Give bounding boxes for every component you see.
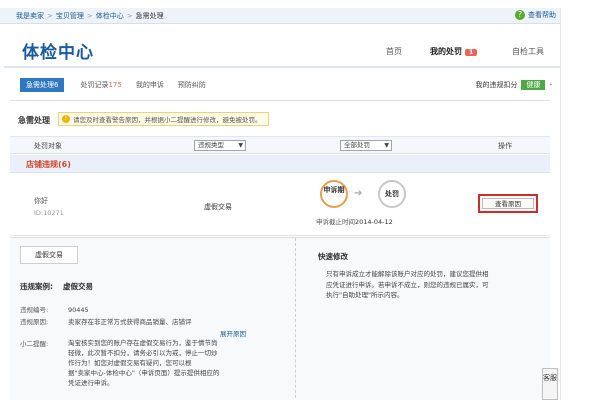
nav-self-check-tool[interactable]: 自检工具 [512, 46, 544, 57]
process-flow: 申诉期 ➔ 处罚 [320, 180, 420, 214]
row-target-id: ID:10271 [34, 209, 64, 217]
appeal-deadline-label: 申诉截止时间 [316, 218, 355, 226]
warning-tip-text: 请您及时查看警告原因，并根据小二提醒进行修改，避免被处罚。 [73, 116, 262, 124]
nav-home[interactable]: 首页 [386, 46, 402, 57]
breadcrumb-separator: > [86, 11, 93, 20]
expand-reason-link[interactable]: 展开原因 [220, 328, 246, 338]
urgent-section-label: 急需处理 [18, 116, 50, 125]
tab-penalty-records-count: 175 [108, 81, 122, 89]
quick-fix-title: 快速修改 [318, 252, 348, 261]
column-header-target: 处罚对象 [34, 142, 62, 150]
penalty-count-badge: 1 [465, 49, 478, 56]
violation-type-select[interactable]: 违规类型 ▼ [194, 140, 246, 151]
violation-number: 违规编号: 90445 [20, 304, 89, 314]
quick-fix-line: 执行"自助处理"所示内容。 [326, 291, 404, 299]
violation-number-value: 90445 [68, 306, 89, 314]
nav-my-penalties-label[interactable]: 我的处罚 [430, 47, 462, 56]
violation-detail-panel: 虚假交易 违规案例: 虚假交易 违规编号: 90445 违规原因: 卖家存在非正常方式… [10, 237, 550, 400]
penalty-filter-select-value: 全部处罚 [344, 141, 370, 149]
quick-fix-line: 只有申诉成立才能解除该账户对应的处罚，建议您提供相 [326, 270, 489, 278]
group-label-shop-violations: 店铺违规(6) [26, 160, 71, 169]
chevron-down-icon: ▼ [238, 142, 243, 149]
nav-my-penalties[interactable]: 我的处罚 1 [430, 46, 478, 57]
appeal-deadline-date: 2014-04-12 [355, 218, 393, 226]
table-header: 处罚对象 违规类型 ▼ 全部处罚 ▼ 操作 [10, 136, 550, 154]
score-dropdown-caret[interactable]: - [549, 81, 552, 89]
flow-step-appeal: 申诉期 [320, 180, 348, 208]
breadcrumb-separator: > [126, 11, 133, 20]
customer-service-tab[interactable]: 客服 [542, 368, 558, 400]
reminder-line: 轻微，此次暂不扣分，请务必引以为戒，停止一切炒 [68, 349, 218, 357]
tab-bar: 急需处理6 处罚记录175 我的申诉 预防纠防 [20, 77, 220, 93]
breadcrumb: 我是卖家 > 宝贝管理 > 体检中心 > 急需处理 ? 查看帮助 [0, 8, 560, 24]
violation-reason: 违规原因: 卖家存在非正常方式获得商品销量、店铺评 [20, 316, 192, 326]
violation-number-label: 违规编号: [20, 306, 49, 314]
breadcrumb-item[interactable]: 体检中心 [96, 11, 124, 21]
reminder-text: 淘宝核实到您的账户存在虚假交易行为，鉴于情节尚 轻微，此次暂不扣分，请务必引以为… [68, 338, 278, 388]
violation-case: 违规案例: 虚假交易 [20, 281, 93, 292]
view-reason-button[interactable]: 查看原因 [482, 198, 534, 209]
quick-fix-panel: 快速修改 只有申诉成立才能解除该账户对应的处罚，建议您提供相 应凭证进行申诉。若… [308, 238, 548, 400]
breadcrumb-item[interactable]: 我是卖家 [16, 11, 44, 21]
tab-prevention[interactable]: 预防纠防 [178, 80, 206, 90]
reminder-label: 小二提醒: [20, 340, 49, 348]
quick-fix-text: 只有申诉成立才能解除该账户对应的处罚，建议您提供相 应凭证进行申诉。若申诉不成立… [326, 269, 536, 301]
row-violation-type: 虚假交易 [204, 203, 232, 211]
violation-reason-text: 卖家存在非正常方式获得商品销量、店铺评 [68, 318, 192, 326]
page-title: 体检中心 [22, 43, 94, 63]
violation-score[interactable]: 我的违规扣分 健康 - [475, 80, 552, 90]
violation-type-select-value: 违规类型 [198, 141, 224, 149]
help-link[interactable]: ? 查看帮助 [515, 10, 556, 20]
column-header-action: 操作 [498, 142, 512, 150]
health-badge: 健康 [521, 80, 546, 90]
violation-tag[interactable]: 虚假交易 [20, 246, 78, 264]
tab-my-appeals[interactable]: 我的申诉 [136, 80, 164, 90]
page: 我是卖家 > 宝贝管理 > 体检中心 > 急需处理 ? 查看帮助 体检中心 首页… [0, 0, 594, 400]
breadcrumb-item[interactable]: 宝贝管理 [56, 11, 84, 21]
penalty-filter-select[interactable]: 全部处罚 ▼ [340, 140, 392, 151]
divider [10, 100, 550, 101]
reminder-line: 据"卖家中心-体检中心"（申诉页面）提示提供相应的 [68, 369, 220, 377]
reminder-line: 作行为！如您对虚假交易有疑问，您可以根 [68, 359, 192, 367]
tab-urgent[interactable]: 急需处理6 [20, 78, 65, 92]
reminder-line: 凭证进行申诉。 [68, 379, 114, 387]
arrow-right-icon: ➔ [354, 188, 363, 199]
warning-icon: ! [62, 115, 70, 123]
reminder-line: 淘宝核实到您的账户存在虚假交易行为，鉴于情节尚 [68, 339, 218, 347]
breadcrumb-current: 急需处理 [135, 11, 164, 20]
warning-tip: ! 请您及时查看警告原因，并根据小二提醒进行修改，避免被处罚。 [58, 112, 269, 126]
tab-penalty-records[interactable]: 处罚记录175 [80, 80, 121, 90]
help-label[interactable]: 查看帮助 [528, 10, 556, 20]
tab-penalty-records-label[interactable]: 处罚记录 [80, 81, 108, 89]
appeal-deadline: 申诉截止时间2014-04-12 [316, 216, 393, 226]
page-edge-line [560, 8, 561, 400]
help-icon: ? [515, 10, 525, 20]
group-header[interactable]: 店铺违规(6) [10, 155, 550, 173]
breadcrumb-separator: > [47, 11, 53, 20]
violation-case-value: 虚假交易 [63, 282, 93, 291]
view-reason-button-highlight[interactable]: 查看原因 [478, 194, 538, 213]
page-header: 体检中心 首页 我的处罚 1 自检工具 [4, 30, 560, 68]
violation-case-label: 违规案例: [20, 282, 53, 291]
reminder-label-row: 小二提醒: [20, 338, 68, 348]
table-row: 你好 ID:10271 虚假交易 申诉期 ➔ 处罚 申诉截止时间2014-04-… [10, 174, 550, 236]
violation-detail-left: 虚假交易 违规案例: 虚假交易 违规编号: 90445 违规原因: 卖家存在非正常方式… [10, 238, 296, 400]
violation-score-label: 我的违规扣分 [475, 81, 518, 89]
row-target-name: 你好 [34, 197, 48, 205]
violation-reason-label: 违规原因: [20, 318, 49, 326]
quick-fix-line: 应凭证进行申诉。若申诉不成立，则您的违规已属实，可 [326, 280, 489, 289]
flow-step-penalty: 处罚 [378, 180, 406, 208]
chevron-down-icon: ▼ [384, 142, 389, 149]
